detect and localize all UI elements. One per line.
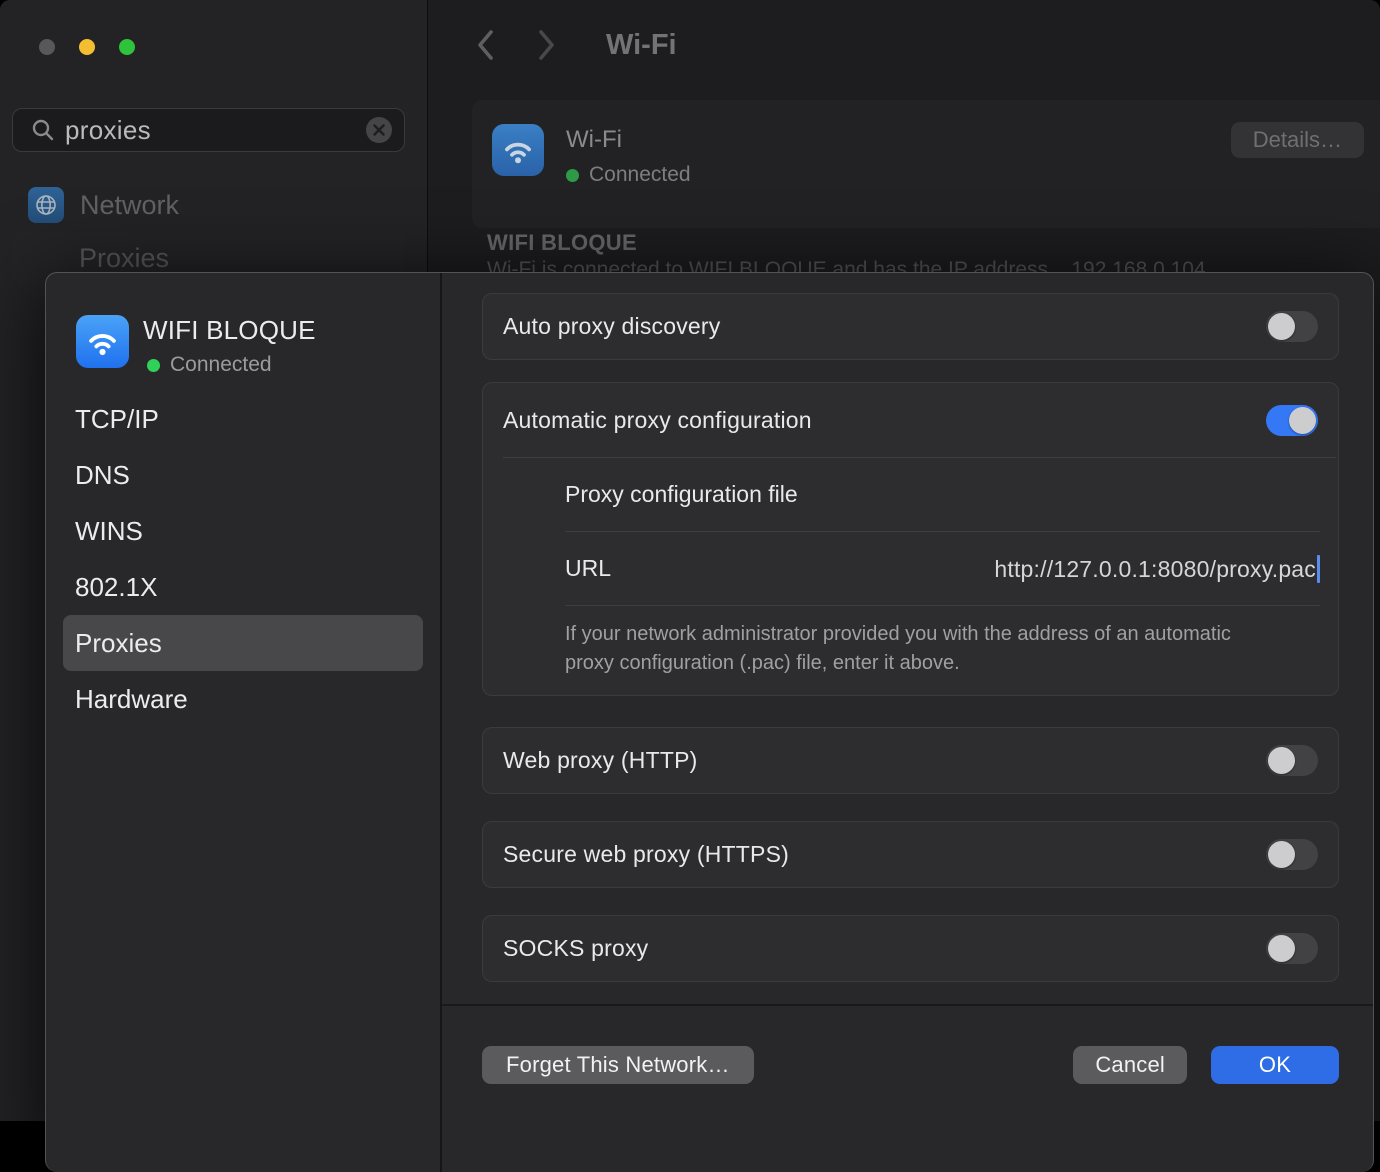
sheet-network-header: WIFI BLOQUE Connected xyxy=(76,315,316,377)
tab-wins[interactable]: WINS xyxy=(63,503,423,559)
text-caret xyxy=(1317,555,1320,583)
section-header: WIFI BLOQUE xyxy=(487,230,637,256)
sheet-footer: Forget This Network… Cancel OK xyxy=(482,1046,1339,1084)
clear-search-button[interactable] xyxy=(366,117,392,143)
tab-hardware[interactable]: Hardware xyxy=(63,671,423,727)
tab-tcpip[interactable]: TCP/IP xyxy=(63,391,423,447)
details-button[interactable]: Details… xyxy=(1231,122,1364,158)
zoom-button[interactable] xyxy=(119,39,135,55)
sidebar-item-label: Network xyxy=(80,190,179,221)
forget-this-network-button[interactable]: Forget This Network… xyxy=(482,1046,754,1084)
auto-proxy-discovery-card: Auto proxy discovery xyxy=(482,293,1339,360)
pac-help-text: If your network administrator provided y… xyxy=(483,606,1338,678)
web-proxy-toggle[interactable] xyxy=(1266,745,1318,776)
network-status: Connected xyxy=(170,353,272,377)
web-proxy-card: Web proxy (HTTP) xyxy=(482,727,1339,794)
page-title: Wi-Fi xyxy=(606,29,677,62)
status-dot-icon xyxy=(147,359,160,372)
secure-web-proxy-toggle[interactable] xyxy=(1266,839,1318,870)
tab-proxies[interactable]: Proxies xyxy=(63,615,423,671)
wifi-status: Connected xyxy=(589,163,691,187)
wifi-status-card: Wi-Fi Connected Details… xyxy=(472,100,1380,228)
tab-dns[interactable]: DNS xyxy=(63,447,423,503)
url-input[interactable]: http://127.0.0.1:8080/proxy.pac xyxy=(611,555,1320,583)
close-button[interactable] xyxy=(39,39,55,55)
network-details-sheet: WIFI BLOQUE Connected TCP/IP DNS WINS 80… xyxy=(45,272,1374,1172)
auto-proxy-discovery-toggle[interactable] xyxy=(1266,311,1318,342)
cancel-button[interactable]: Cancel xyxy=(1073,1046,1187,1084)
sheet-nav: TCP/IP DNS WINS 802.1X Proxies Hardware xyxy=(63,391,423,727)
forward-chevron-icon[interactable] xyxy=(534,28,558,62)
minimize-button[interactable] xyxy=(79,39,95,55)
socks-proxy-card: SOCKS proxy xyxy=(482,915,1339,982)
url-label: URL xyxy=(565,555,611,582)
network-name: WIFI BLOQUE xyxy=(143,315,316,346)
back-chevron-icon[interactable] xyxy=(474,28,498,62)
sidebar-item-label: Proxies xyxy=(79,243,169,274)
wifi-icon xyxy=(76,315,129,368)
setting-label: Automatic proxy configuration xyxy=(503,407,1266,434)
wifi-icon xyxy=(492,124,544,176)
status-dot-icon xyxy=(566,169,579,182)
sheet-sidebar: WIFI BLOQUE Connected TCP/IP DNS WINS 80… xyxy=(46,273,442,1172)
setting-label: Secure web proxy (HTTPS) xyxy=(503,841,1266,868)
search-icon xyxy=(31,118,55,142)
setting-label: Web proxy (HTTP) xyxy=(503,747,1266,774)
tab-8021x[interactable]: 802.1X xyxy=(63,559,423,615)
automatic-proxy-configuration-card: Automatic proxy configuration Proxy conf… xyxy=(482,382,1339,696)
wifi-name: Wi-Fi xyxy=(566,126,691,154)
sheet-content: Auto proxy discovery Automatic proxy con… xyxy=(442,273,1373,1172)
url-value: http://127.0.0.1:8080/proxy.pac xyxy=(994,556,1316,582)
search-input[interactable]: proxies xyxy=(12,108,405,152)
ok-button[interactable]: OK xyxy=(1211,1046,1339,1084)
secure-web-proxy-card: Secure web proxy (HTTPS) xyxy=(482,821,1339,888)
search-value[interactable]: proxies xyxy=(65,115,366,146)
traffic-lights xyxy=(39,39,135,55)
sidebar-item-network[interactable]: Network xyxy=(12,184,405,226)
main-header: Wi-Fi xyxy=(474,28,677,62)
socks-proxy-toggle[interactable] xyxy=(1266,933,1318,964)
footer-divider xyxy=(442,1004,1373,1006)
proxy-configuration-file-label: Proxy configuration file xyxy=(565,481,798,508)
automatic-proxy-configuration-toggle[interactable] xyxy=(1266,405,1318,436)
setting-label: SOCKS proxy xyxy=(503,935,1266,962)
setting-label: Auto proxy discovery xyxy=(503,313,1266,340)
network-globe-icon xyxy=(28,187,64,223)
